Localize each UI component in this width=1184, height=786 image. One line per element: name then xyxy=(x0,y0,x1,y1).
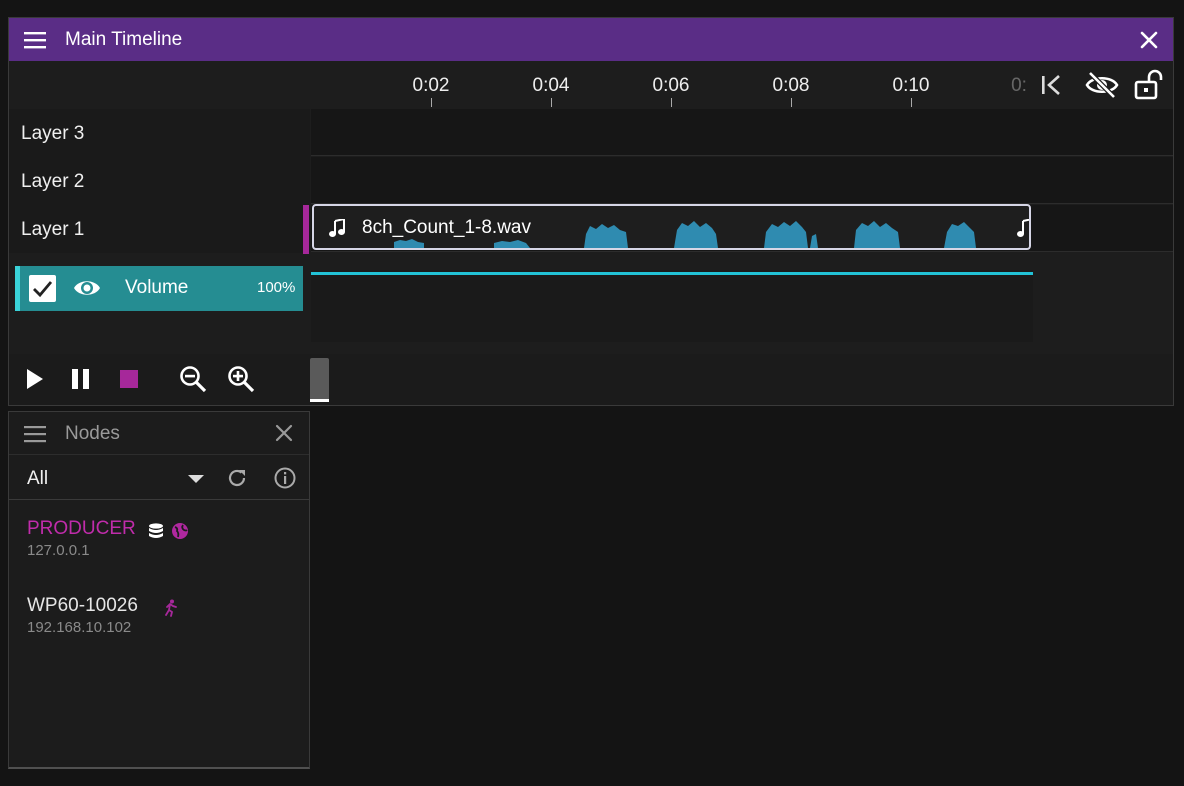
eye-icon[interactable] xyxy=(72,275,102,301)
nodes-panel: Nodes All PRODUCER 127.0.0.1 WP60-10026 xyxy=(8,411,310,769)
layer-row[interactable]: Layer 2 xyxy=(9,157,310,205)
play-icon[interactable] xyxy=(21,366,47,392)
ruler-tick-mark xyxy=(791,98,792,107)
stop-icon[interactable] xyxy=(116,366,142,392)
layer-row[interactable]: Layer 3 xyxy=(9,109,310,157)
ruler-tick-mark xyxy=(671,98,672,107)
layer-row[interactable]: Layer 1 xyxy=(9,205,310,253)
nodes-title: Nodes xyxy=(65,423,120,444)
layer-label: Layer 3 xyxy=(21,123,85,144)
ruler-tick-mark xyxy=(551,98,552,107)
music-note-icon xyxy=(1016,219,1029,239)
close-icon[interactable] xyxy=(273,422,295,444)
volume-track-row[interactable]: Volume 100% xyxy=(15,266,303,311)
zoom-out-icon[interactable] xyxy=(178,364,208,394)
horizontal-scrollbar-thumb[interactable] xyxy=(310,358,329,402)
node-filter-select[interactable]: All xyxy=(27,468,48,490)
layer-lane[interactable] xyxy=(311,109,1173,156)
zoom-in-icon[interactable] xyxy=(226,364,256,394)
volume-checkbox[interactable] xyxy=(29,275,56,302)
pause-icon[interactable] xyxy=(68,366,94,392)
ruler-tick-label: 0:04 xyxy=(532,75,570,96)
layer-lane[interactable] xyxy=(311,157,1173,204)
running-person-icon xyxy=(161,599,179,617)
layer-label: Layer 2 xyxy=(21,171,85,192)
database-icon xyxy=(147,522,165,540)
selected-layer-marker xyxy=(303,205,309,254)
node-ip: 192.168.10.102 xyxy=(27,619,132,636)
timeline-window: Main Timeline 0:02 0:04 0:06 0:08 0:10 0… xyxy=(8,17,1174,406)
ruler-tick-label: 0:02 xyxy=(412,75,450,96)
node-item-producer[interactable]: PRODUCER 127.0.0.1 xyxy=(9,518,309,588)
node-item-wp60[interactable]: WP60-10026 192.168.10.102 xyxy=(9,595,309,665)
layer-label: Layer 1 xyxy=(21,219,85,240)
volume-label: Volume xyxy=(125,277,189,298)
volume-automation-lane[interactable] xyxy=(311,270,1033,342)
info-icon[interactable] xyxy=(273,466,297,490)
lock-open-icon[interactable] xyxy=(1132,69,1166,101)
ruler-tick-label: 0:06 xyxy=(652,75,690,96)
nodes-header: Nodes xyxy=(9,412,309,455)
volume-percent: 100% xyxy=(257,279,296,296)
close-icon[interactable] xyxy=(1137,28,1161,52)
hamburger-menu-icon[interactable] xyxy=(23,423,47,445)
visibility-off-icon[interactable] xyxy=(1084,69,1120,101)
node-name: WP60-10026 xyxy=(27,595,138,616)
ruler-tick-mark xyxy=(431,98,432,107)
ruler-tick-mark xyxy=(911,98,912,107)
timeline-title-bar: Main Timeline xyxy=(9,18,1173,61)
audio-clip[interactable]: 8ch_Count_1-8.wav xyxy=(312,204,1031,250)
node-name: PRODUCER xyxy=(27,518,136,539)
hamburger-menu-icon[interactable] xyxy=(23,29,47,51)
transport-bar xyxy=(9,354,1173,405)
ruler-tick-label: 0:08 xyxy=(772,75,810,96)
refresh-icon[interactable] xyxy=(225,466,249,490)
node-filter-bar: All xyxy=(9,456,309,500)
ruler-tick-label: 0: xyxy=(1011,75,1027,96)
timeline-title: Main Timeline xyxy=(65,29,183,50)
dropdown-arrow-icon[interactable] xyxy=(184,466,208,490)
node-ip: 127.0.0.1 xyxy=(27,542,90,559)
music-note-icon xyxy=(328,219,346,239)
globe-icon xyxy=(171,522,189,540)
skip-to-start-icon[interactable] xyxy=(1037,69,1067,101)
time-ruler[interactable]: 0:02 0:04 0:06 0:08 0:10 0: xyxy=(9,61,1173,109)
ruler-tick-label: 0:10 xyxy=(892,75,930,96)
volume-level-line[interactable] xyxy=(311,272,1033,275)
clip-name: 8ch_Count_1-8.wav xyxy=(362,217,531,238)
